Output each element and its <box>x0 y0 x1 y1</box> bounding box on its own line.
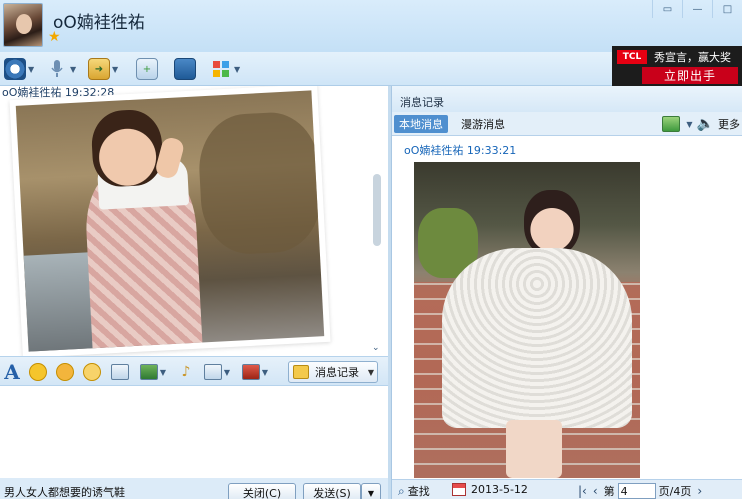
close-button[interactable]: 关闭(C) <box>228 483 296 499</box>
message-history-panel: 消息记录 本地消息 漫游消息 ▼ 🔈 更多 oO婻袿徃祐 19:33:21 ⌕ … <box>391 86 742 499</box>
music-note-icon: ♪ <box>181 364 191 380</box>
first-page-icon[interactable]: |‹ <box>578 484 587 498</box>
pencil-icon <box>111 364 129 380</box>
chat-photo[interactable] <box>15 90 325 352</box>
shake-icon <box>83 363 101 381</box>
chevron-down-icon: ▼ <box>261 367 269 377</box>
pager: |‹ ‹ 第 4 页/4页 › <box>578 483 702 499</box>
more-button[interactable]: 更多 <box>718 116 740 132</box>
search-button[interactable]: ⌕ 查找 <box>398 483 430 499</box>
date-picker[interactable]: 2013-5-12 <box>452 483 528 496</box>
voice-call-button[interactable]: ▼ <box>46 57 76 81</box>
maximize-button[interactable]: □ <box>712 0 742 18</box>
history-tools: ▼ 🔈 更多 <box>662 116 740 132</box>
screenshot-button[interactable]: ▼ <box>202 361 232 383</box>
send-sms-button[interactable]: + <box>136 57 158 81</box>
chevron-down-icon: ▼ <box>367 488 375 498</box>
message-record-button[interactable]: 消息记录 ▼ <box>288 361 378 383</box>
chat-toolbar: ▼ ▼ ➜ ▼ + ▼ <box>0 52 612 86</box>
image-gallery-icon[interactable] <box>662 116 681 132</box>
screenshot-icon <box>203 364 222 380</box>
skin-button[interactable]: ▭ <box>652 0 682 18</box>
gift-button[interactable]: ▼ <box>240 361 270 383</box>
prev-page-icon[interactable]: ‹ <box>593 484 598 498</box>
ad-cta-button[interactable]: 立即出手 <box>642 67 738 84</box>
camera-icon <box>4 58 26 80</box>
doodle-button[interactable] <box>110 361 130 383</box>
history-icon <box>293 365 309 379</box>
page-number-input[interactable]: 4 <box>617 483 656 499</box>
chat-message-area[interactable]: oO婻袿徃祐 19:32:28 <box>0 86 388 356</box>
window-controls: ▭ — □ <box>652 0 742 18</box>
minimize-button[interactable]: — <box>682 0 712 18</box>
transfer-file-button[interactable]: ➜ ▼ <box>88 57 118 81</box>
page-suffix: 页/4页 <box>658 485 692 498</box>
history-message-header: oO婻袿徃祐 19:33:21 <box>404 144 517 157</box>
title-bar: ★ oO婻袿徃祐 ▭ — □ <box>0 0 742 52</box>
send-button[interactable]: 发送(S) <box>303 483 361 499</box>
folder-icon: ➜ <box>88 58 110 80</box>
ad-banner[interactable]: TCL 秀宣言，赢大奖 立即出手 <box>612 46 742 86</box>
history-bottom-bar: ⌕ 查找 2013-5-12 |‹ ‹ 第 4 页/4页 › <box>392 479 742 499</box>
send-image-button[interactable]: ▼ <box>138 361 168 383</box>
collapse-icon[interactable]: ⌄ <box>372 343 380 353</box>
font-button[interactable]: A <box>2 360 22 384</box>
next-page-icon[interactable]: › <box>697 484 702 498</box>
message-input[interactable] <box>0 386 388 478</box>
magic-face-icon <box>56 363 74 381</box>
screen-icon <box>174 58 196 80</box>
emoji-button[interactable] <box>28 361 48 383</box>
magic-emoji-button[interactable] <box>54 361 76 383</box>
search-icon: ⌕ <box>398 483 405 498</box>
message-plus-icon: + <box>136 58 158 80</box>
format-toolbar: A ▼ ♪ ▼ ▼ 消息记录 ▼ <box>0 356 388 386</box>
date-value: 2013-5-12 <box>471 483 528 496</box>
tab-local-messages[interactable]: 本地消息 <box>394 115 448 133</box>
chevron-down-icon: ▼ <box>159 367 167 377</box>
image-icon <box>139 364 158 380</box>
chat-scrollbar[interactable] <box>373 174 381 246</box>
smiley-icon <box>29 363 47 381</box>
speaker-icon[interactable]: 🔈 <box>697 116 714 132</box>
gift-icon <box>241 364 260 380</box>
page-prefix: 第 <box>603 485 615 498</box>
message-record-label: 消息记录 <box>315 366 359 379</box>
chevron-down-icon[interactable]: ▼ <box>686 120 692 129</box>
music-button[interactable]: ♪ <box>176 361 196 383</box>
chevron-down-icon: ▼ <box>112 64 119 74</box>
chevron-down-icon: ▼ <box>28 64 35 74</box>
chevron-down-icon: ▼ <box>223 367 231 377</box>
chat-bottom-bar: 男人女人都想要的诱气鞋 关闭(C) 发送(S) ▼ <box>0 478 388 499</box>
history-title: 消息记录 <box>392 86 742 112</box>
apps-grid-icon <box>210 58 232 80</box>
history-photo[interactable] <box>414 162 640 478</box>
video-call-button[interactable]: ▼ <box>4 57 34 81</box>
chevron-down-icon: ▼ <box>234 64 241 74</box>
search-label: 查找 <box>407 485 430 498</box>
message-header: oO婻袿徃祐 19:32:28 <box>2 86 115 99</box>
chevron-down-icon: ▼ <box>367 368 374 377</box>
shake-button[interactable] <box>82 361 102 383</box>
send-options-button[interactable]: ▼ <box>361 483 381 499</box>
text-ad-link[interactable]: 男人女人都想要的诱气鞋 <box>4 484 125 499</box>
tab-roaming-messages[interactable]: 漫游消息 <box>456 115 510 133</box>
calendar-icon <box>452 483 466 496</box>
tcl-logo: TCL <box>617 50 647 64</box>
microphone-icon <box>46 58 68 80</box>
contact-name[interactable]: oO婻袿徃祐 <box>53 8 145 33</box>
ad-headline: 秀宣言，赢大奖 <box>654 51 731 64</box>
apps-button[interactable]: ▼ <box>210 57 240 81</box>
remote-assist-button[interactable] <box>174 57 196 81</box>
contact-avatar[interactable] <box>3 3 43 47</box>
chevron-down-icon: ▼ <box>70 64 77 74</box>
